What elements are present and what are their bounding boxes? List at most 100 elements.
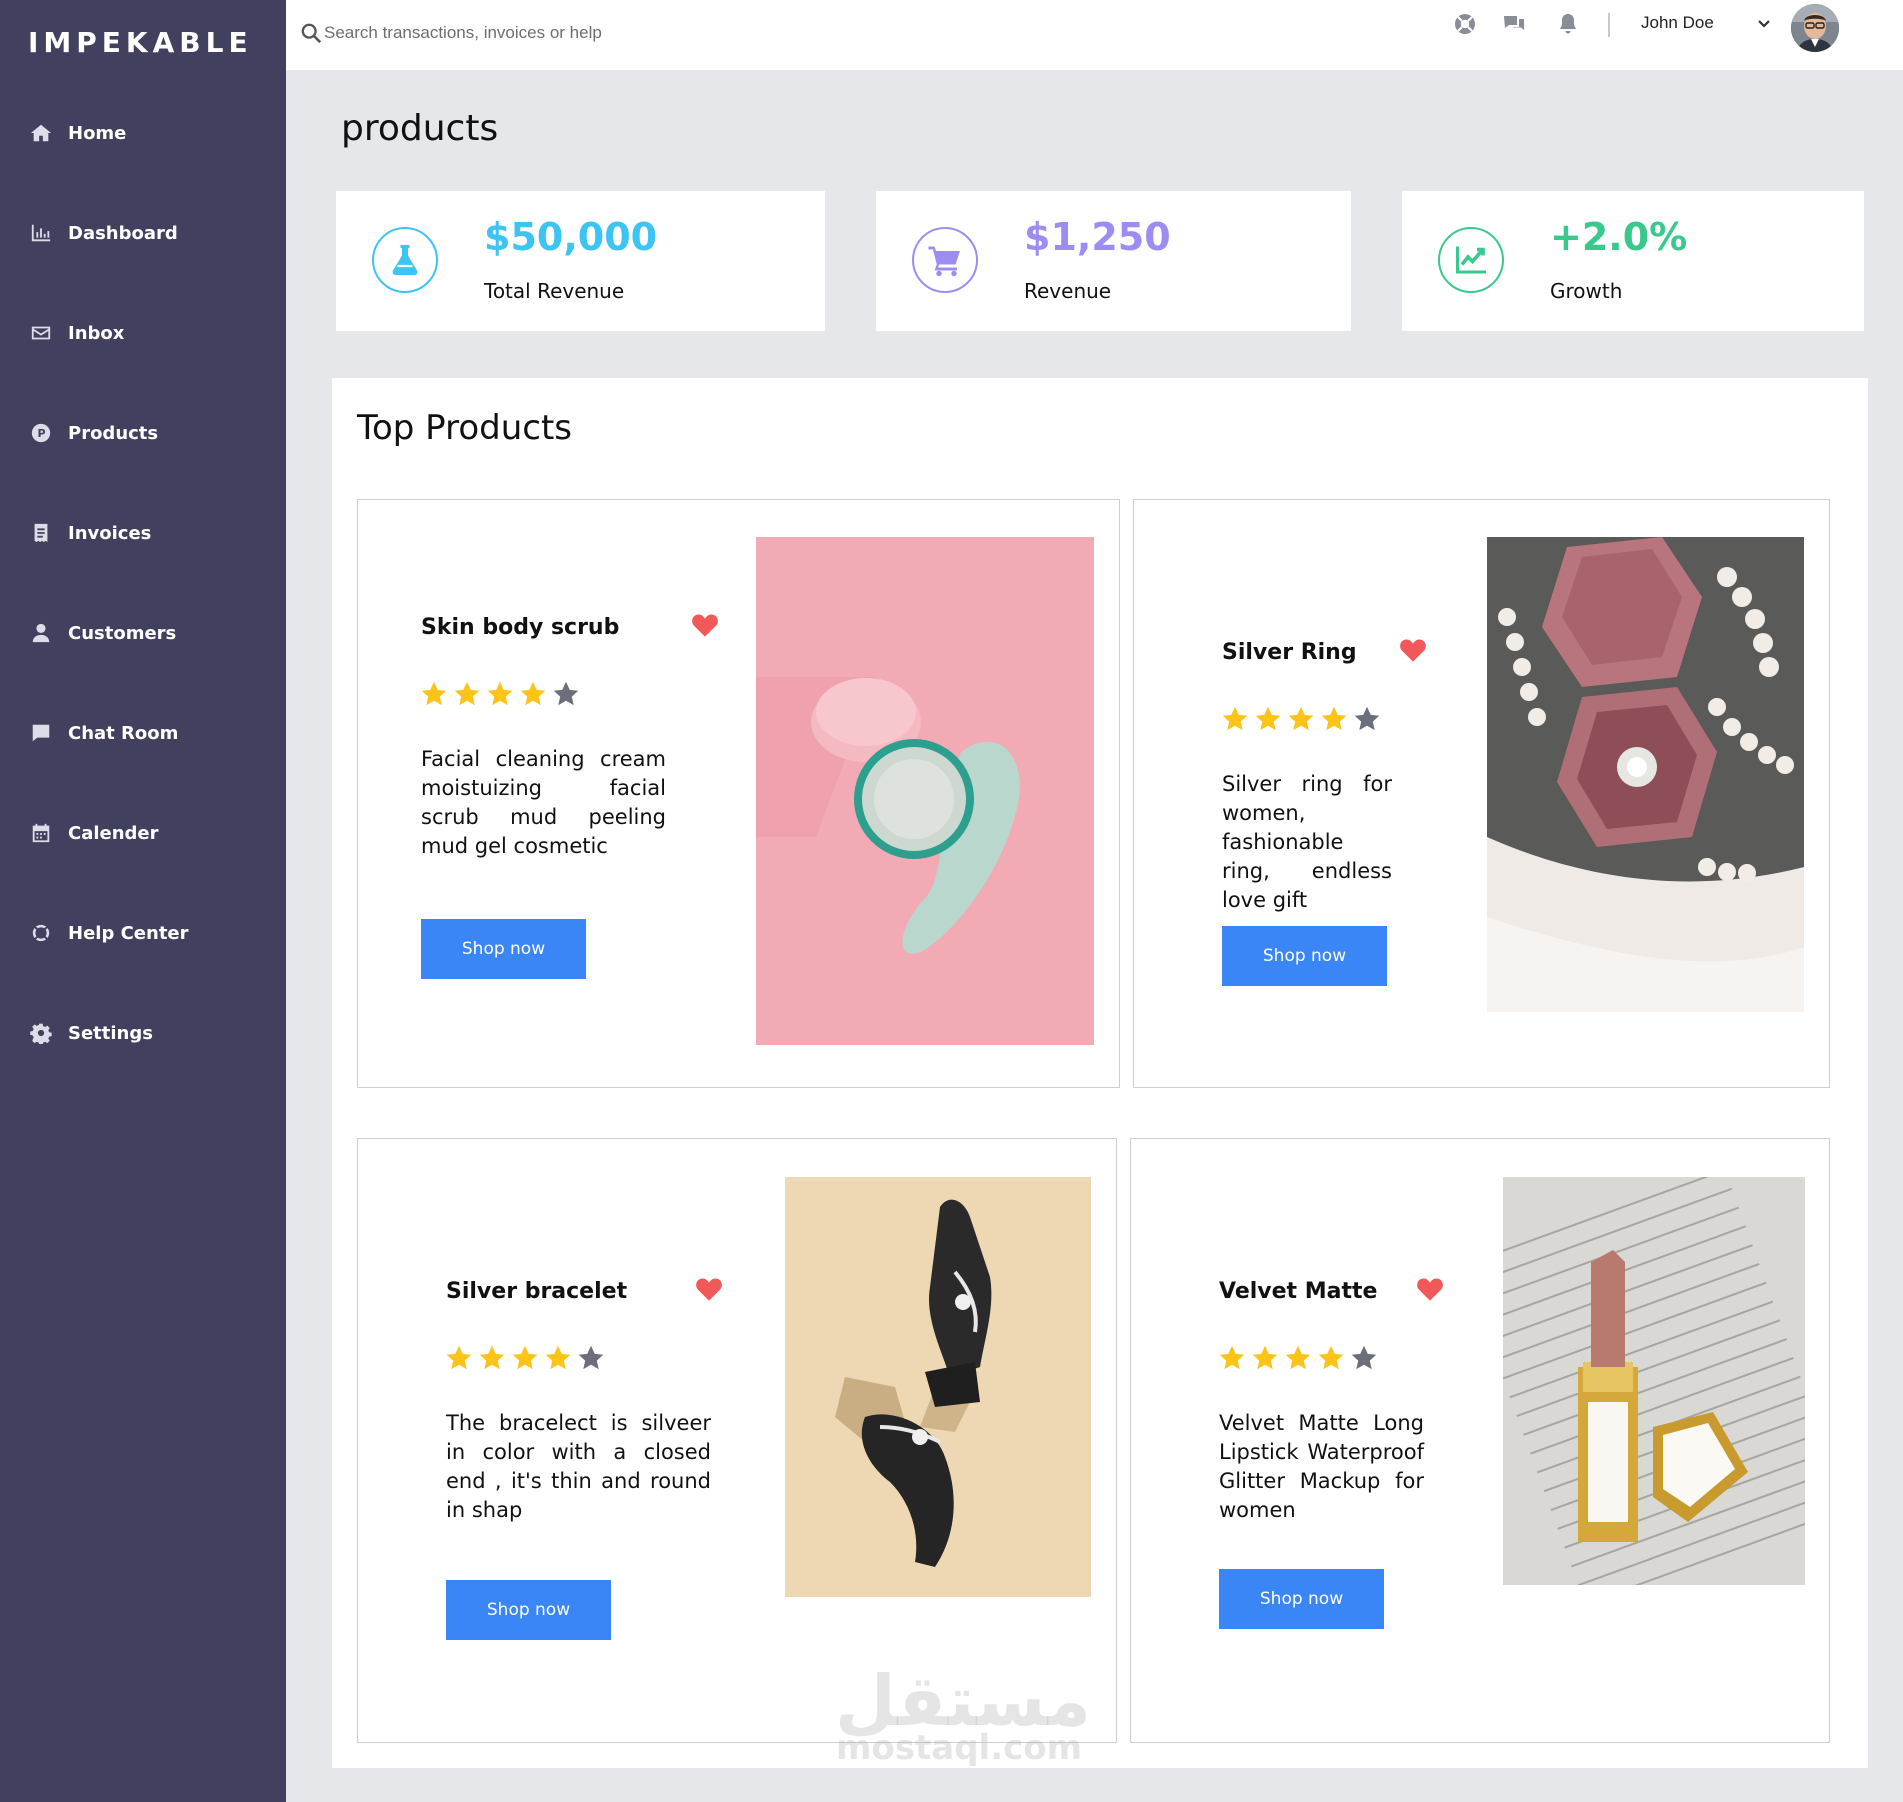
heart-icon[interactable] [1416,1276,1444,1302]
product-name: Silver bracelet [446,1279,628,1304]
sidebar-item-label: Invoices [68,522,152,544]
star-empty-icon [1354,706,1380,731]
star-rating [420,680,580,708]
stat-value: +2.0% [1550,215,1688,259]
stat-label: Total Revenue [484,279,625,303]
user-name[interactable]: John Doe [1641,13,1714,33]
flask-icon [372,227,438,293]
sidebar: IMPEKABLE Home Dashboard Inbox P Product… [0,0,286,1802]
chat-bubbles-icon[interactable] [1502,12,1526,36]
heart-icon[interactable] [1399,637,1427,663]
avatar[interactable] [1791,4,1839,52]
search-icon [301,23,322,44]
product-card: Velvet Matte Velvet Matte Long Lipstick … [1130,1138,1830,1743]
sidebar-item-invoices[interactable]: Invoices [30,513,151,553]
sidebar-item-label: Settings [68,1022,153,1044]
sidebar-item-chat-room[interactable]: Chat Room [30,713,178,753]
star-filled-icon [545,1345,571,1370]
page-title: products [341,108,499,149]
gear-icon [30,1022,52,1044]
star-rating [445,1344,605,1372]
product-badge-icon: P [30,422,52,444]
star-empty-icon [578,1345,604,1370]
stat-card-revenue: $1,250 Revenue [876,191,1351,331]
watermark-text: mostaql.com [836,1728,1083,1768]
product-card: Silver Ring Silver ring for women, fashi… [1133,499,1830,1088]
svg-text:P: P [38,427,46,440]
stat-card-growth: +2.0% Growth [1402,191,1864,331]
product-name: Skin body scrub [421,615,620,640]
sidebar-item-customers[interactable]: Customers [30,613,176,653]
product-name: Velvet Matte [1219,1279,1378,1304]
stat-label: Growth [1550,279,1623,303]
product-image [1487,537,1804,1012]
product-image [1503,1177,1805,1585]
product-image [785,1177,1091,1597]
star-filled-icon [1321,706,1347,731]
product-image [756,537,1094,1045]
app-logo: IMPEKABLE [28,26,253,59]
chat-bubble-icon [30,722,52,744]
product-card: Skin body scrub Facial cleaning cream mo… [357,499,1120,1088]
star-filled-icon [1285,1345,1311,1370]
sidebar-item-label: Dashboard [68,222,178,244]
top-bar: John Doe [286,0,1903,70]
life-ring-icon[interactable] [1453,12,1477,36]
heart-icon[interactable] [691,612,719,638]
sidebar-item-label: Home [68,122,127,144]
heart-icon[interactable] [695,1276,723,1302]
product-description: Silver ring for women, fashionable ring,… [1222,772,1392,912]
star-rating [1221,705,1381,733]
sidebar-item-home[interactable]: Home [30,113,126,153]
stat-value: $1,250 [1024,215,1171,259]
top-bar-divider [1608,13,1610,37]
star-filled-icon [454,681,480,706]
star-filled-icon [1252,1345,1278,1370]
sidebar-item-label: Inbox [68,322,125,344]
shop-now-button[interactable]: Shop now [1222,926,1387,986]
shop-now-button[interactable]: Shop now [446,1580,611,1640]
sidebar-item-help-center[interactable]: Help Center [30,913,189,953]
sidebar-item-label: Help Center [68,922,189,944]
stat-value: $50,000 [484,215,658,259]
sidebar-item-label: Customers [68,622,177,644]
star-filled-icon [1222,706,1248,731]
chart-bar-icon [30,222,52,244]
star-filled-icon [1288,706,1314,731]
sidebar-item-label: Chat Room [68,722,179,744]
product-card: Silver bracelet The bracelect is silveer… [357,1138,1117,1743]
star-filled-icon [446,1345,472,1370]
shop-now-button[interactable]: Shop now [1219,1569,1384,1629]
star-empty-icon [553,681,579,706]
shop-now-button[interactable]: Shop now [421,919,586,979]
stat-card-total-revenue: $50,000 Total Revenue [336,191,825,331]
sidebar-item-label: Products [68,422,159,444]
star-rating [1218,1344,1378,1372]
bell-icon[interactable] [1556,12,1580,36]
stat-label: Revenue [1024,279,1112,303]
user-icon [30,622,52,644]
star-filled-icon [1318,1345,1344,1370]
product-description: Velvet Matte Long Lipstick Waterproof Gl… [1219,1411,1424,1522]
product-name: Silver Ring [1222,640,1357,665]
section-title: Top Products [357,408,572,448]
invoice-icon [30,522,52,544]
shopping-cart-icon [912,227,978,293]
sidebar-item-dashboard[interactable]: Dashboard [30,213,178,253]
sidebar-item-products[interactable]: P Products [30,413,158,453]
sidebar-item-label: Calender [68,822,159,844]
star-filled-icon [421,681,447,706]
sidebar-item-calender[interactable]: Calender [30,813,159,853]
star-filled-icon [1219,1345,1245,1370]
top-products-panel: Top Products Skin body scrub Facial clea… [332,378,1868,1768]
sidebar-item-inbox[interactable]: Inbox [30,313,124,353]
star-filled-icon [479,1345,505,1370]
star-filled-icon [1255,706,1281,731]
star-filled-icon [520,681,546,706]
chevron-down-icon[interactable] [1756,16,1772,32]
product-description: The bracelect is silveer in color with a… [446,1411,711,1522]
search-input[interactable] [324,18,744,48]
calendar-icon [30,822,52,844]
sidebar-item-settings[interactable]: Settings [30,1013,153,1053]
star-filled-icon [487,681,513,706]
